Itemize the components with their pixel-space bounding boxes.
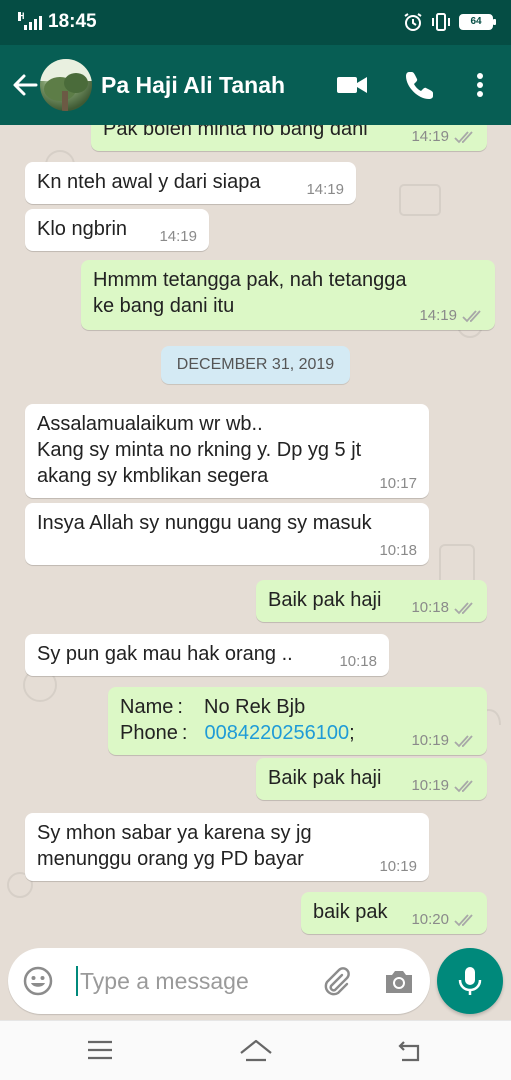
message-text: Sy pun gak mau hak orang .. (37, 643, 293, 665)
read-receipt-icon (454, 602, 473, 615)
camera-icon[interactable] (382, 965, 416, 997)
more-vert-icon[interactable] (463, 67, 497, 103)
mic-icon (458, 967, 482, 995)
attach-icon[interactable] (320, 965, 352, 997)
contact-name[interactable]: Pa Haji Ali Tanah (101, 72, 285, 99)
message-time: 10:19 (411, 732, 449, 749)
message-time: 10:20 (411, 911, 449, 928)
read-receipt-icon (454, 735, 473, 748)
voice-call-icon[interactable] (402, 67, 438, 103)
message-bubble-outgoing[interactable]: Hmmm tetangga pak, nah tetangga ke bang … (81, 260, 495, 330)
message-input[interactable] (80, 962, 310, 1000)
message-text: baik pak (313, 901, 388, 923)
read-receipt-icon (454, 914, 473, 927)
battery-icon: 64 (459, 14, 496, 30)
phone-number-link[interactable]: 0084220256100 (205, 722, 350, 744)
message-bubble-outgoing[interactable]: Pak boleh minta no bang dani 14:19 (91, 125, 487, 151)
contact-card-message[interactable]: Name : No Rek Bjb Phone : 0084220256100;… (108, 687, 487, 755)
message-text: Sy mhon sabar ya karena sy jg menunggu o… (37, 822, 312, 870)
system-nav-bar (0, 1020, 511, 1080)
message-time: 10:18 (411, 599, 449, 616)
message-time: 14:19 (411, 128, 449, 145)
home-icon[interactable] (238, 1036, 274, 1064)
status-bar: H 18:45 64 (0, 0, 511, 45)
message-bubble-incoming[interactable]: Kn nteh awal y dari siapa 14:19 (25, 162, 356, 204)
date-divider: DECEMBER 31, 2019 (161, 346, 350, 384)
message-bubble-outgoing[interactable]: Baik pak haji 10:19 (256, 758, 487, 800)
back-arrow-icon[interactable] (8, 68, 42, 102)
read-receipt-icon (454, 780, 473, 793)
signal-icon: H (18, 12, 42, 30)
message-bubble-outgoing[interactable]: baik pak 10:20 (301, 892, 487, 934)
message-bubble-incoming[interactable]: Sy mhon sabar ya karena sy jg menunggu o… (25, 813, 429, 881)
video-call-icon[interactable] (334, 67, 370, 103)
back-icon[interactable] (394, 1036, 426, 1064)
read-receipt-icon (454, 131, 473, 144)
message-bubble-incoming[interactable]: Klo ngbrin 14:19 (25, 209, 209, 251)
voice-message-button[interactable] (437, 948, 503, 1014)
status-time: 18:45 (48, 11, 97, 32)
vibrate-icon (432, 13, 450, 31)
message-composer (8, 948, 430, 1014)
contact-name-row: Name : No Rek Bjb (120, 694, 475, 720)
contact-phone-label: Phone : (120, 722, 188, 744)
emoji-icon[interactable] (22, 965, 54, 997)
message-time: 10:19 (411, 777, 449, 794)
message-bubble-incoming[interactable]: Assalamualaikum wr wb.. Kang sy minta no… (25, 404, 429, 498)
avatar[interactable] (40, 59, 92, 111)
message-time: 14:19 (159, 228, 197, 245)
message-text: Assalamualaikum wr wb.. Kang sy minta no… (37, 413, 362, 487)
contact-name-value: No Rek Bjb (204, 696, 306, 718)
message-bubble-incoming[interactable]: Insya Allah sy nunggu uang sy masuk 10:1… (25, 503, 429, 565)
read-receipt-icon (462, 310, 481, 323)
message-text: Kn nteh awal y dari siapa (37, 171, 261, 193)
text-cursor (76, 966, 78, 996)
message-time: 10:18 (339, 653, 377, 670)
message-time: 10:19 (379, 858, 417, 875)
message-time: 10:17 (379, 475, 417, 492)
message-time: 14:19 (306, 181, 344, 198)
menu-icon[interactable] (84, 1036, 116, 1064)
message-time: 14:19 (419, 307, 457, 324)
contact-phone-suffix: ; (349, 722, 355, 744)
message-text: Insya Allah sy nunggu uang sy masuk (37, 512, 372, 534)
message-bubble-incoming[interactable]: Sy pun gak mau hak orang .. 10:18 (25, 634, 389, 676)
chat-header: Pa Haji Ali Tanah (0, 45, 511, 125)
contact-name-label: Name : (120, 696, 183, 718)
message-time: 10:18 (379, 542, 417, 559)
chat-area[interactable]: Pak boleh minta no bang dani 14:19 Kn nt… (0, 125, 511, 940)
alarm-icon (404, 13, 422, 31)
message-bubble-outgoing[interactable]: Baik pak haji 10:18 (256, 580, 487, 622)
